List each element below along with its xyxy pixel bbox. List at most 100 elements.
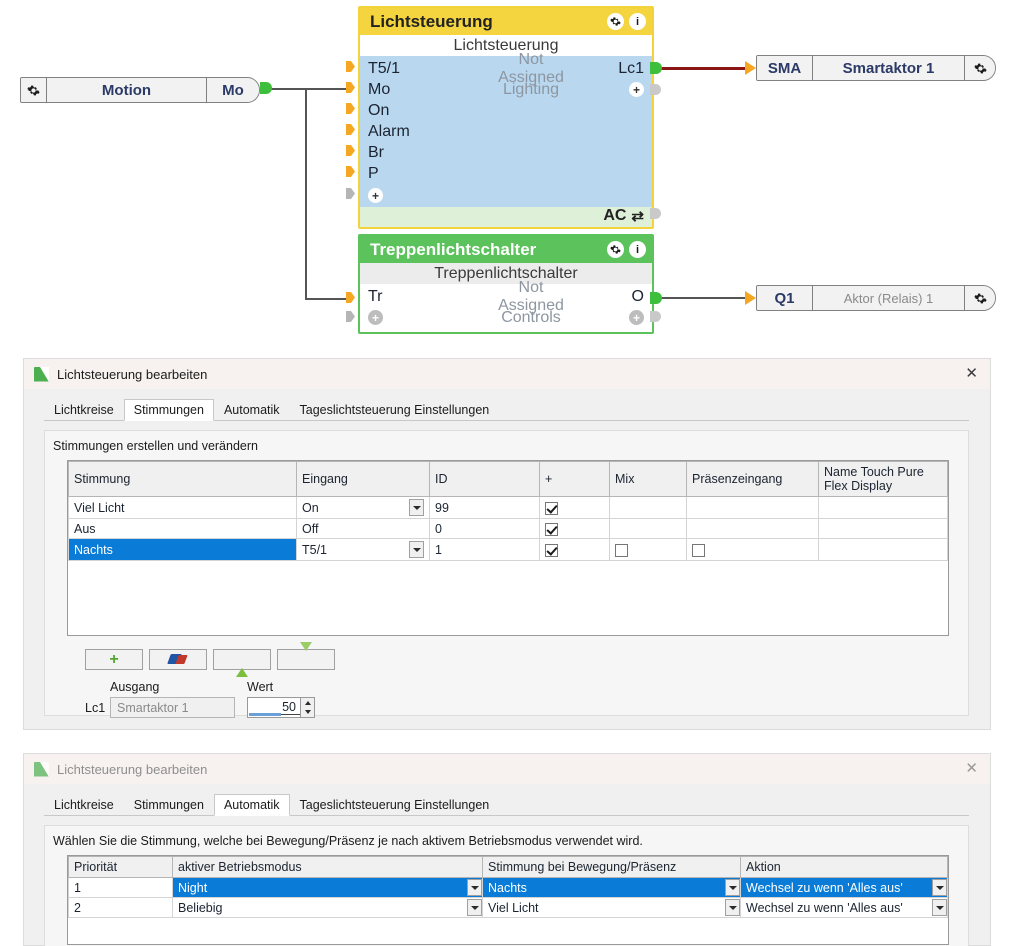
cell-id[interactable]: 1 [429, 538, 540, 561]
cell-stimmung-bei-bewegung[interactable]: Viel Licht [482, 897, 741, 918]
cell-mix[interactable] [609, 496, 687, 519]
input-port-br[interactable]: Br [368, 144, 488, 162]
move-up-button[interactable] [213, 649, 271, 677]
cell-prioritaet[interactable]: 1 [68, 877, 173, 898]
table-row[interactable]: Aus Off 0 [68, 518, 948, 539]
input-port-on[interactable]: On [368, 102, 488, 120]
input-port-mo[interactable]: Mo [368, 81, 488, 99]
stepper-down-button[interactable] [301, 707, 314, 717]
add-output-button[interactable]: + [629, 310, 644, 325]
tabstrip[interactable]: Lichtkreise Stimmungen Automatik Tagesli… [44, 794, 969, 816]
cell-id[interactable]: 0 [429, 518, 540, 539]
input-arrow-q1[interactable] [745, 291, 756, 305]
cell-stimmung-bei-bewegung[interactable]: Nachts [482, 877, 741, 898]
device-port-mo[interactable]: Mo [207, 78, 259, 102]
device-motion[interactable]: Motion Mo [20, 77, 260, 103]
cell-aktion[interactable]: Wechsel zu wenn 'Alles aus' [740, 897, 948, 918]
cell-mix[interactable] [609, 518, 687, 539]
port-tab-tr[interactable] [346, 292, 355, 303]
gear-icon[interactable] [607, 241, 624, 258]
add-button[interactable]: + [85, 649, 143, 670]
port-tab-add-input[interactable] [346, 188, 355, 199]
cell-name-touch-pure[interactable] [818, 518, 948, 539]
tab-automatik[interactable]: Automatik [213, 794, 290, 816]
table-row[interactable]: Viel Licht On 99 [68, 496, 948, 519]
chevron-down-icon[interactable] [467, 899, 482, 916]
cell-plus[interactable] [539, 518, 610, 539]
chevron-down-icon[interactable] [725, 879, 740, 896]
stepper-up-button[interactable] [301, 698, 314, 708]
gear-icon[interactable] [607, 13, 624, 30]
cell-stimmung[interactable]: Nachts [68, 538, 297, 561]
port-out-stair-add[interactable] [650, 311, 661, 322]
add-output-button[interactable]: + [629, 82, 644, 97]
add-input-button[interactable]: + [368, 310, 383, 325]
cell-praesenz[interactable] [686, 538, 819, 561]
chevron-down-icon[interactable] [409, 499, 424, 516]
node-lichtsteuerung[interactable]: Lichtsteuerung i Lichtsteuerung T5/1 Not… [358, 6, 654, 229]
cell-aktiver-betriebsmodus[interactable]: Night [172, 877, 483, 898]
gear-icon[interactable] [21, 78, 47, 102]
cell-prioritaet[interactable]: 2 [68, 897, 173, 918]
node-treppenlichtschalter[interactable]: Treppenlichtschalter i Treppenlichtschal… [358, 234, 654, 334]
input-arrow-sma[interactable] [745, 61, 756, 75]
device-smartaktor[interactable]: SMA Smartaktor 1 [756, 55, 996, 81]
chevron-down-icon[interactable] [467, 879, 482, 896]
device-port-sma[interactable]: SMA [757, 56, 813, 80]
tab-automatik[interactable]: Automatik [214, 399, 290, 421]
port-out-ac[interactable] [650, 208, 661, 219]
move-down-button[interactable] [277, 641, 335, 670]
cell-praesenz[interactable] [686, 518, 819, 539]
add-input-button[interactable]: + [368, 188, 383, 203]
port-tab-br[interactable] [346, 145, 355, 156]
chevron-down-icon[interactable] [725, 899, 740, 916]
port-out-add[interactable] [650, 84, 661, 95]
cell-plus[interactable] [539, 496, 610, 519]
output-port-motion[interactable] [260, 82, 272, 94]
input-port-p[interactable]: P [368, 165, 488, 183]
cell-plus[interactable] [539, 538, 610, 561]
port-tab-p[interactable] [346, 166, 355, 177]
automatik-table[interactable]: Priorität aktiver Betriebsmodus Stimmung… [68, 856, 948, 918]
stimmungen-table[interactable]: Stimmung Eingang ID + Mix Präsenzeingang… [68, 461, 948, 561]
cell-mix[interactable] [609, 538, 687, 561]
close-icon[interactable]: ✕ [965, 761, 978, 776]
wert-stepper[interactable]: 50 [247, 697, 315, 718]
port-out-o[interactable] [650, 292, 662, 304]
tab-tageslichtsteuerung[interactable]: Tageslichtsteuerung Einstellungen [290, 794, 500, 816]
info-icon[interactable]: i [629, 13, 646, 30]
gear-icon[interactable] [965, 56, 995, 80]
device-aktor-relais[interactable]: Q1 Aktor (Relais) 1 [756, 285, 996, 311]
cell-eingang[interactable]: T5/1 [296, 538, 430, 561]
cell-eingang[interactable]: On [296, 496, 430, 519]
port-out-lc1[interactable] [650, 62, 662, 74]
table-row-selected[interactable]: Nachts T5/1 1 [68, 538, 948, 561]
table-row-selected[interactable]: 1 Night Nachts Wechsel zu wenn 'Alles au… [68, 877, 948, 898]
tab-stimmungen[interactable]: Stimmungen [123, 399, 214, 421]
input-port-tr[interactable]: Tr [368, 288, 488, 306]
dialog-titlebar[interactable]: Lichtsteuerung bearbeiten ✕ [24, 754, 990, 784]
input-port-t5-1[interactable]: T5/1 [368, 60, 488, 78]
tab-lichtkreise[interactable]: Lichtkreise [44, 399, 124, 421]
tab-stimmungen[interactable]: Stimmungen [124, 794, 214, 816]
port-tab-mo[interactable] [346, 82, 355, 93]
table-toolbar[interactable]: + [85, 641, 335, 677]
cell-id[interactable]: 99 [429, 496, 540, 519]
cell-aktion[interactable]: Wechsel zu wenn 'Alles aus' [740, 877, 948, 898]
dialog-automatik[interactable]: Lichtsteuerung bearbeiten ✕ Lichtkreise … [23, 753, 991, 946]
port-tab-t5-1[interactable] [346, 61, 355, 72]
chevron-down-icon[interactable] [409, 541, 424, 558]
port-tab-alarm[interactable] [346, 124, 355, 135]
tab-lichtkreise[interactable]: Lichtkreise [44, 794, 124, 816]
cell-stimmung[interactable]: Viel Licht [68, 496, 297, 519]
output-port-lc1[interactable]: Lc1 [574, 60, 644, 78]
cell-aktiver-betriebsmodus[interactable]: Beliebig [172, 897, 483, 918]
cell-eingang[interactable]: Off [296, 518, 430, 539]
cell-name-touch-pure[interactable] [818, 496, 948, 519]
input-port-alarm[interactable]: Alarm [368, 123, 488, 141]
close-icon[interactable]: ✕ [965, 366, 978, 381]
dialog-titlebar[interactable]: Lichtsteuerung bearbeiten ✕ [24, 359, 990, 389]
cell-praesenz[interactable] [686, 496, 819, 519]
tab-tageslichtsteuerung[interactable]: Tageslichtsteuerung Einstellungen [290, 399, 500, 421]
port-tab-stair-add-input[interactable] [346, 311, 355, 322]
